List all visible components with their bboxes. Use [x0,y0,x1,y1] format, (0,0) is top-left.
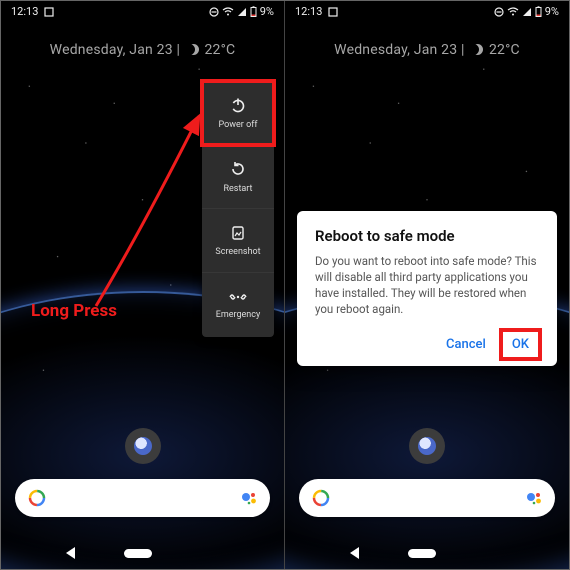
dialog-title: Reboot to safe mode [315,227,539,245]
date-text: Wednesday, Jan 23 [50,42,173,58]
restart-label: Restart [223,184,252,194]
phone-screenshot-left: 12:13 9% Wednesday, Jan 23 | 22°C [1,1,285,569]
nav-home-button[interactable] [408,549,436,558]
google-search-bar[interactable] [299,479,555,517]
restart-button[interactable]: Restart [202,145,274,209]
navigation-bar [285,547,569,559]
date-weather[interactable]: Wednesday, Jan 23 | 22°C [285,42,569,58]
status-bar: 12:13 9% [285,1,569,18]
app-shortcut[interactable] [409,428,445,464]
wifi-icon [222,7,234,17]
google-search-bar[interactable] [15,479,270,517]
wifi-icon [507,7,519,17]
status-time: 12:13 [11,5,38,18]
battery-icon [535,6,542,17]
power-off-label: Power off [219,120,258,130]
signal-icon [237,7,247,17]
navigation-bar [1,547,284,559]
screenshot-label: Screenshot [215,247,260,257]
emergency-label: Emergency [216,310,261,320]
assistant-icon[interactable] [240,489,258,507]
ok-button[interactable]: OK [502,331,539,358]
power-off-button[interactable]: Power off [202,81,274,145]
screenshot-notif-icon [44,7,54,17]
divider: | [176,42,183,58]
temp-text: 22°C [489,42,520,58]
app-shortcut[interactable] [125,428,161,464]
battery-icon [250,6,257,17]
battery-percent: 9% [545,5,559,18]
nav-back-button[interactable] [350,547,359,559]
google-logo-icon [311,488,331,508]
moon-icon [472,44,483,55]
moon-icon [188,44,199,55]
status-bar: 12:13 9% [1,1,284,18]
dnd-icon [209,7,219,17]
temp-text: 22°C [204,42,235,58]
dialog-body: Do you want to reboot into safe mode? Th… [315,253,539,317]
battery-percent: 9% [260,5,274,18]
status-time: 12:13 [295,5,322,18]
signal-icon [522,7,532,17]
screenshot-icon [230,225,246,241]
cancel-button[interactable]: Cancel [436,331,496,358]
safe-mode-dialog: Reboot to safe mode Do you want to reboo… [297,211,557,366]
google-logo-icon [27,488,47,508]
emergency-icon [228,290,248,304]
power-menu: Power off Restart Screenshot Emergency [202,81,274,337]
dialog-actions: Cancel OK [315,331,539,358]
annotation-long-press: Long Press [31,301,117,321]
screenshot-button[interactable]: Screenshot [202,209,274,273]
nav-back-button[interactable] [66,547,75,559]
date-text: Wednesday, Jan 23 [334,42,457,58]
phone-screenshot-right: 12:13 9% Wednesday, Jan 23 | 22°C Reboot… [285,1,569,569]
restart-icon [229,160,247,178]
divider: | [461,42,468,58]
date-weather[interactable]: Wednesday, Jan 23 | 22°C [1,42,284,58]
assistant-icon[interactable] [525,489,543,507]
power-icon [229,96,247,114]
dnd-icon [494,7,504,17]
screenshot-notif-icon [328,7,338,17]
emergency-button[interactable]: Emergency [202,273,274,337]
nav-home-button[interactable] [124,549,152,558]
